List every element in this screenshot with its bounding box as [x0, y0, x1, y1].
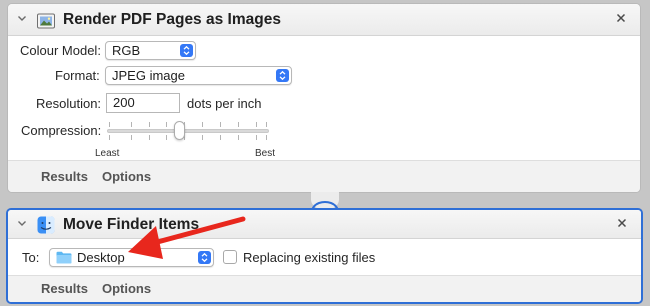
render-pdf-title: Render PDF Pages as Images — [63, 11, 281, 28]
colour-model-popup[interactable]: RGB — [105, 41, 196, 60]
compression-max-label: Best — [255, 148, 276, 159]
render-pdf-body: Colour Model: RGB Format: JPEG image Res… — [8, 36, 640, 160]
popup-stepper-icon — [276, 69, 289, 82]
render-pdf-action-card: Render PDF Pages as Images Colour Model:… — [7, 3, 641, 193]
close-icon[interactable] — [616, 217, 628, 229]
format-popup[interactable]: JPEG image — [105, 66, 292, 85]
move-finder-body: To: Desktop Replacing existing files — [8, 239, 641, 275]
destination-value: Desktop — [77, 250, 125, 265]
chevron-down-icon[interactable] — [17, 218, 27, 228]
options-tab[interactable]: Options — [102, 281, 151, 296]
resolution-unit: dots per inch — [187, 96, 262, 111]
compression-slider[interactable] — [107, 117, 269, 145]
options-tab[interactable]: Options — [102, 169, 151, 184]
slider-knob[interactable] — [174, 121, 185, 140]
resolution-field[interactable]: 200 — [106, 93, 180, 113]
close-icon[interactable] — [615, 12, 627, 24]
slider-track — [107, 129, 269, 133]
chevron-down-icon[interactable] — [17, 13, 27, 23]
colour-model-label: Colour Model: — [20, 43, 101, 58]
results-tab[interactable]: Results — [41, 281, 88, 296]
replacing-files-checkbox[interactable] — [223, 250, 237, 264]
colour-model-value: RGB — [112, 43, 141, 58]
popup-stepper-icon — [180, 44, 193, 57]
compression-label: Compression: — [21, 123, 102, 138]
destination-label: To: — [22, 250, 40, 265]
move-finder-header: Move Finder Items — [8, 210, 641, 239]
move-finder-title: Move Finder Items — [63, 216, 200, 233]
format-label: Format: — [55, 68, 100, 83]
folder-icon — [56, 251, 72, 264]
render-pdf-header: Render PDF Pages as Images — [8, 4, 640, 36]
preview-app-icon — [37, 13, 55, 29]
finder-icon — [37, 216, 55, 234]
popup-stepper-icon — [198, 251, 211, 264]
move-finder-footer: Results Options — [8, 275, 641, 302]
compression-min-label: Least — [95, 148, 120, 159]
replacing-files-label: Replacing existing files — [243, 250, 376, 265]
format-value: JPEG image — [112, 68, 185, 83]
resolution-label: Resolution: — [36, 96, 102, 111]
render-pdf-footer: Results Options — [8, 160, 640, 192]
move-finder-items-card: Move Finder Items To: Desktop Replacing … — [6, 208, 643, 304]
results-tab[interactable]: Results — [41, 169, 88, 184]
destination-popup[interactable]: Desktop — [49, 248, 214, 267]
